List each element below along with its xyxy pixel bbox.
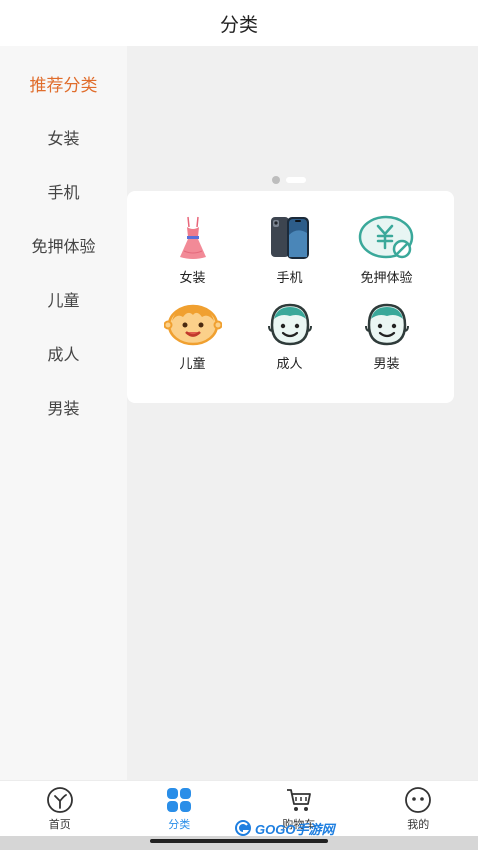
grid-item-label: 儿童 xyxy=(179,356,206,371)
category-icon xyxy=(167,787,192,812)
grid-item-label: 免押体验 xyxy=(360,270,413,285)
phone-icon xyxy=(270,217,309,259)
sidebar-item-label: 女装 xyxy=(47,131,80,148)
sidebar-item-phones[interactable]: 手机 xyxy=(0,164,127,218)
sidebar-item-label: 推荐分类 xyxy=(29,75,98,95)
sidebar-item-deposit-free[interactable]: 免押体验 xyxy=(0,218,127,272)
sidebar-item-label: 男装 xyxy=(47,401,80,418)
grid-item-label: 女装 xyxy=(179,270,206,285)
grid-item-men[interactable]: 男装 xyxy=(338,301,435,372)
tab-label: 首页 xyxy=(48,818,71,831)
sidebar-item-label: 手机 xyxy=(47,185,80,202)
category-grid-card: 女装 手机 免押体验 儿童 成人 男装 xyxy=(127,191,454,403)
sidebar-item-label: 免押体验 xyxy=(31,239,96,256)
grid-item-label: 男装 xyxy=(373,356,400,371)
sidebar-item-women[interactable]: 女装 xyxy=(0,110,127,164)
category-grid: 女装 手机 免押体验 儿童 成人 男装 xyxy=(144,215,437,372)
sidebar-item-men[interactable]: 男装 xyxy=(0,380,127,434)
tab-profile[interactable]: 我的 xyxy=(359,781,478,836)
sidebar-item-children[interactable]: 儿童 xyxy=(0,272,127,326)
category-sidebar: 推荐分类 女装 手机 免押体验 儿童 成人 男装 xyxy=(0,46,127,780)
sidebar-item-adults[interactable]: 成人 xyxy=(0,326,127,380)
child-face-icon xyxy=(163,304,222,346)
man-face-icon xyxy=(364,303,409,346)
dress-icon xyxy=(179,216,206,259)
grid-item-women[interactable]: 女装 xyxy=(144,215,241,286)
watermark: GOGO手游网 xyxy=(234,818,334,838)
grid-item-label: 手机 xyxy=(276,270,303,285)
carousel-dot-active[interactable] xyxy=(272,176,280,184)
home-icon xyxy=(46,786,73,813)
grid-item-phones[interactable]: 手机 xyxy=(241,215,338,286)
watermark-text: GOGO手游网 xyxy=(255,821,335,837)
tab-label: 我的 xyxy=(407,818,430,831)
category-content: 女装 手机 免押体验 儿童 成人 男装 xyxy=(127,46,478,780)
sidebar-item-label: 成人 xyxy=(47,347,80,364)
page-title: 分类 xyxy=(219,14,258,36)
top-header: 分类 xyxy=(0,0,478,46)
adult-face-icon xyxy=(267,303,312,346)
cart-icon xyxy=(286,788,311,811)
tab-label: 分类 xyxy=(168,818,191,831)
profile-icon xyxy=(405,786,432,813)
grid-item-children[interactable]: 儿童 xyxy=(144,301,241,372)
tab-home[interactable]: 首页 xyxy=(0,781,120,836)
grid-item-deposit-free[interactable]: 免押体验 xyxy=(338,215,435,286)
home-indicator[interactable] xyxy=(150,839,328,843)
grid-item-adults[interactable]: 成人 xyxy=(241,301,338,372)
carousel-indicator xyxy=(272,176,306,184)
deposit-free-icon xyxy=(358,215,413,259)
sidebar-item-recommended[interactable]: 推荐分类 xyxy=(0,56,127,110)
tab-category[interactable]: 分类 xyxy=(120,781,240,836)
carousel-dot[interactable] xyxy=(286,177,306,183)
grid-item-label: 成人 xyxy=(276,356,303,371)
watermark-logo-icon xyxy=(235,820,251,836)
sidebar-item-label: 儿童 xyxy=(47,293,80,310)
